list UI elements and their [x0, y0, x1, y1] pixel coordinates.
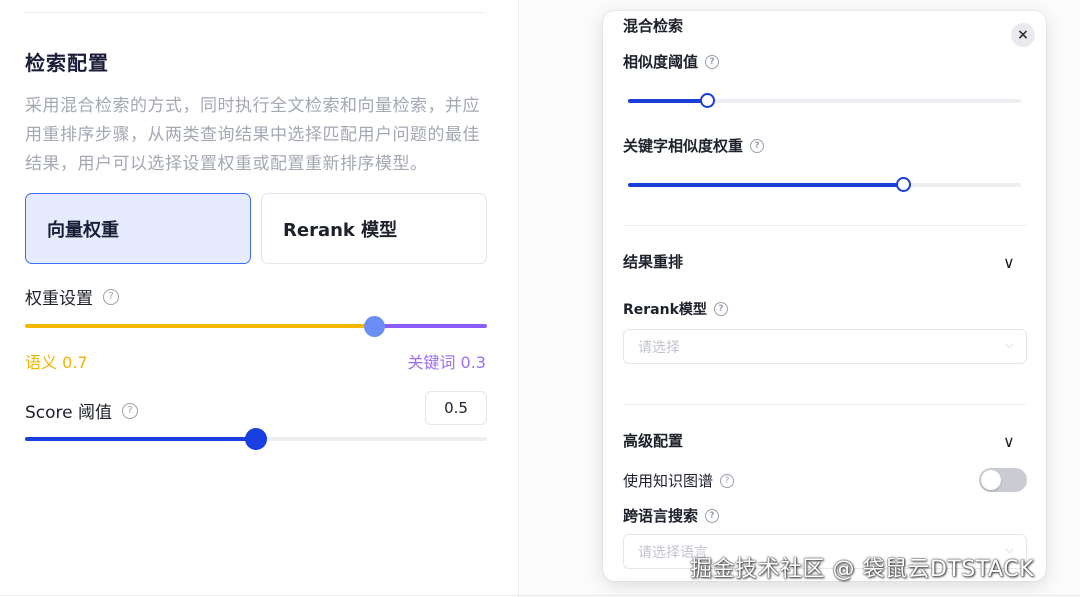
- divider: [24, 12, 486, 13]
- close-icon[interactable]: ×: [1011, 23, 1035, 47]
- divider: [623, 404, 1026, 405]
- advanced-section-title: 高级配置: [623, 432, 684, 450]
- help-icon[interactable]: ?: [705, 508, 720, 523]
- knowledge-graph-label: 使用知识图谱 ?: [623, 470, 735, 491]
- score-threshold-text: Score 阈值: [25, 403, 113, 423]
- similarity-threshold-fill: [628, 99, 707, 103]
- chevron-down-icon: ⌵: [1004, 337, 1014, 351]
- weight-slider-handle[interactable]: [364, 316, 385, 337]
- rerank-model-label: Rerank模型 ?: [623, 299, 728, 319]
- score-slider-fill: [25, 437, 256, 441]
- knowledge-graph-text: 使用知识图谱: [623, 472, 714, 490]
- watermark: 掘金技术社区 @ 袋鼠云DTSTACK: [690, 557, 1035, 582]
- option-label: 向量权重: [47, 219, 119, 241]
- divider: [623, 225, 1026, 226]
- semantic-weight-value: 语义 0.7: [25, 353, 88, 372]
- chevron-down-icon[interactable]: ∨: [1003, 432, 1015, 451]
- option-rerank-model-button[interactable]: Rerank 模型: [261, 193, 487, 264]
- help-icon[interactable]: ?: [103, 288, 119, 305]
- dialog-title: 混合检索: [623, 17, 684, 35]
- section-title: 检索配置: [25, 51, 109, 75]
- weight-keyword-track[interactable]: [374, 324, 487, 328]
- similarity-threshold-text: 相似度阈值: [623, 53, 699, 71]
- score-threshold-label: Score 阈值 ?: [25, 398, 139, 423]
- hybrid-search-dialog: 混合检索 × 相似度阈值 ? 关键字相似度权重 ? 结果重排 ∨ Rerank模…: [603, 11, 1046, 581]
- rerank-model-select[interactable]: 请选择 ⌵: [623, 329, 1027, 364]
- option-label: Rerank 模型: [283, 219, 398, 241]
- keyword-weight-value: 关键词 0.3: [407, 353, 486, 372]
- knowledge-graph-toggle[interactable]: [979, 468, 1027, 492]
- weight-semantic-track[interactable]: [25, 324, 374, 328]
- section-description: 采用混合检索的方式，同时执行全文检索和向量检索，并应用重排序步骤，从两类查询结果…: [25, 96, 480, 174]
- help-icon[interactable]: ?: [750, 138, 765, 153]
- help-icon[interactable]: ?: [713, 302, 728, 316]
- similarity-threshold-handle[interactable]: [700, 93, 715, 108]
- keyword-similarity-weight-label: 关键字相似度权重 ?: [623, 135, 765, 156]
- rerank-model-text: Rerank模型: [623, 302, 707, 318]
- help-icon[interactable]: ?: [122, 402, 139, 419]
- keyword-similarity-weight-fill: [628, 183, 903, 187]
- keyword-similarity-weight-handle[interactable]: [896, 177, 911, 192]
- select-placeholder: 请选择: [638, 339, 680, 356]
- weight-settings-text: 权重设置: [25, 289, 93, 309]
- chevron-down-icon[interactable]: ∨: [1003, 253, 1015, 272]
- option-vector-weight-button[interactable]: 向量权重: [25, 193, 251, 264]
- score-threshold-input[interactable]: 0.5: [425, 391, 487, 425]
- cross-language-text: 跨语言搜索: [623, 507, 699, 525]
- help-icon[interactable]: ?: [720, 473, 735, 488]
- cross-language-label: 跨语言搜索 ?: [623, 505, 720, 526]
- similarity-threshold-label: 相似度阈值 ?: [623, 51, 720, 72]
- help-icon[interactable]: ?: [705, 54, 720, 69]
- weight-settings-label: 权重设置 ?: [25, 284, 119, 309]
- toggle-knob: [981, 470, 1001, 490]
- score-slider-handle[interactable]: [245, 428, 267, 450]
- rerank-section-title: 结果重排: [623, 253, 684, 271]
- divider: [0, 595, 1080, 596]
- keyword-similarity-weight-text: 关键字相似度权重: [623, 137, 744, 155]
